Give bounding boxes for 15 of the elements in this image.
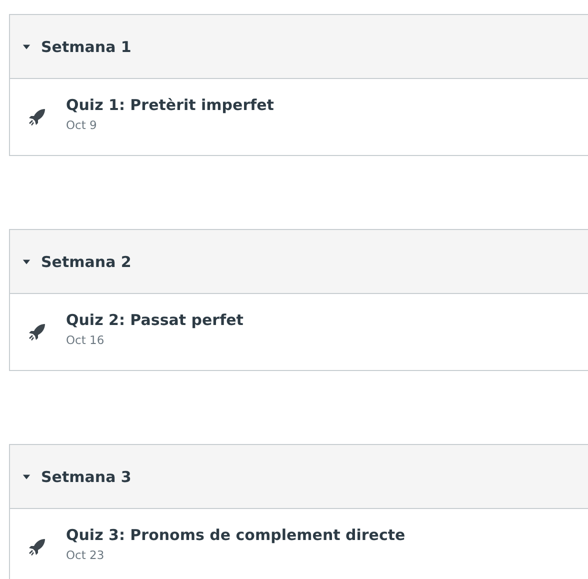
due-date: Oct 23 <box>66 548 106 562</box>
rocket-icon <box>28 323 46 341</box>
quiz-link[interactable]: Quiz 3: Pronoms de complement directe <box>66 526 406 544</box>
module-title: Setmana 2 <box>41 252 132 270</box>
due-date: Oct 9 <box>66 118 98 132</box>
module-header[interactable]: Setmana 2 <box>10 230 588 294</box>
module-title: Setmana 3 <box>41 468 132 486</box>
module-title: Setmana 1 <box>41 38 132 56</box>
due-date: Oct 16 <box>66 333 106 347</box>
module-header[interactable]: Setmana 1 <box>10 15 588 79</box>
rocket-icon <box>28 538 46 556</box>
module-header[interactable]: Setmana 3 <box>10 445 588 509</box>
rocket-icon <box>28 108 46 126</box>
quiz-link[interactable]: Quiz 2: Passat perfet <box>66 311 244 329</box>
quiz-link[interactable]: Quiz 1: Pretèrit imperfet <box>66 96 274 114</box>
